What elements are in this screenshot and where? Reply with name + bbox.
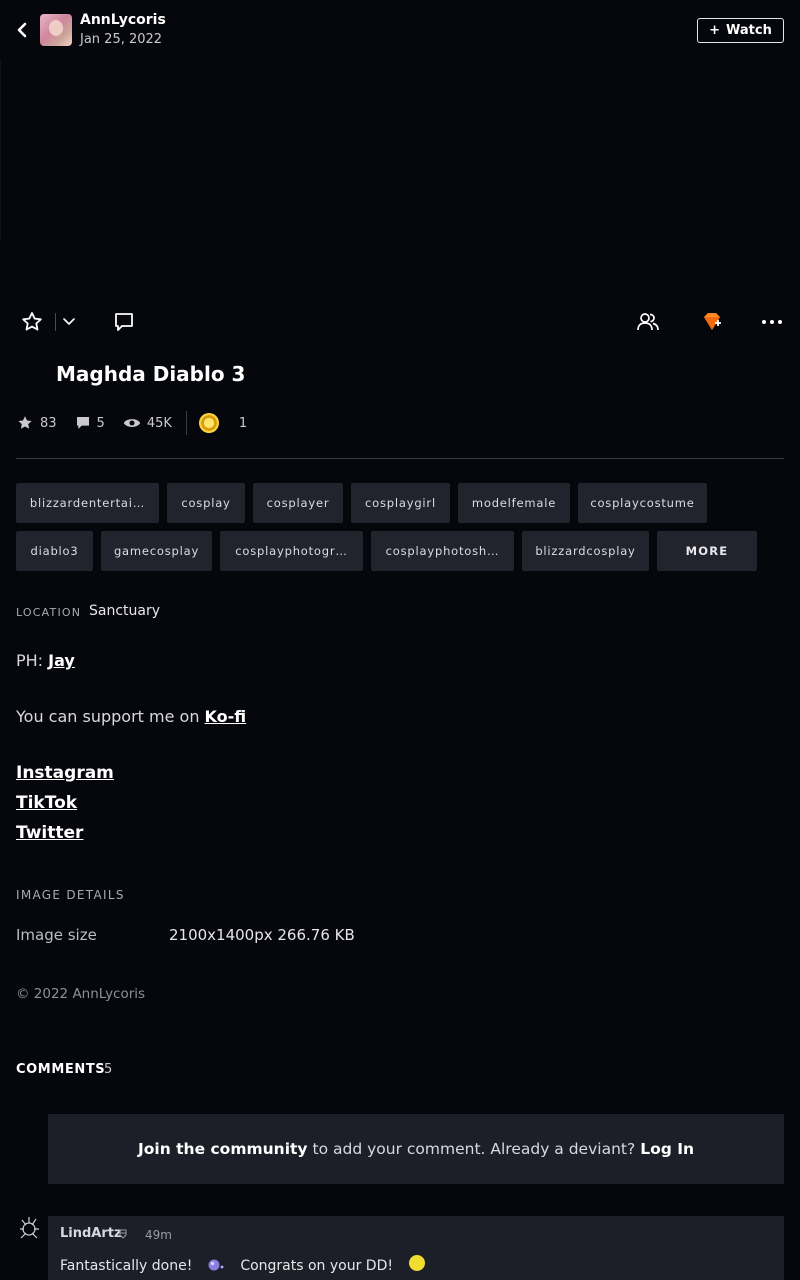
more-options-button[interactable]: [758, 308, 786, 336]
tag-label: diablo3: [30, 544, 79, 558]
kofi-link[interactable]: Ko-fi: [205, 707, 247, 726]
tag-chip[interactable]: cosplayphotosh…: [371, 531, 514, 571]
tag-label: cosplay: [181, 496, 231, 510]
favourites-count: 83: [40, 415, 57, 431]
twitter-link[interactable]: Twitter: [16, 823, 83, 843]
tag-chip[interactable]: cosplayer: [253, 483, 343, 523]
comment-timestamp: 49m: [145, 1228, 172, 1242]
awards-count: 1: [238, 415, 248, 431]
comment-username[interactable]: LindArtz: [60, 1226, 122, 1241]
join-text: to add your comment. Already a deviant?: [312, 1140, 636, 1158]
back-button[interactable]: [10, 18, 34, 42]
comment-text-b: Congrats on your DD!: [240, 1258, 393, 1274]
comments-stat[interactable]: 5: [75, 415, 105, 431]
comments-heading-count: 5: [104, 1062, 113, 1077]
favourites-stat[interactable]: 83: [16, 414, 57, 432]
description-support-line: You can support me on Ko-fi: [16, 707, 246, 726]
comment-icon: [76, 417, 89, 429]
copyright-text: © 2022 AnnLycoris: [16, 986, 146, 1002]
instagram-link[interactable]: Instagram: [16, 763, 114, 783]
watchers-button[interactable]: [634, 308, 662, 336]
star-icon: [22, 312, 42, 331]
collection-dropdown-button[interactable]: [58, 310, 80, 334]
author-avatar[interactable]: [40, 14, 72, 46]
tag-chip[interactable]: cosplaygirl: [351, 483, 450, 523]
stats-row: 83 5 45K 1: [16, 410, 265, 436]
join-community-link[interactable]: Join the community: [138, 1140, 308, 1158]
login-link[interactable]: Log In: [640, 1140, 694, 1158]
watchers-icon: [637, 313, 659, 331]
tag-chip[interactable]: modelfemale: [458, 483, 570, 523]
core-member-badge-icon: [119, 1229, 127, 1239]
comments-count-stat: 5: [96, 415, 105, 431]
image-size-value: 2100x1400px 266.76 KB: [169, 926, 355, 944]
comment-icon: [115, 313, 133, 331]
tag-label: cosplayer: [266, 496, 330, 510]
views-count: 45K: [146, 415, 172, 431]
gem-icon: [704, 313, 721, 330]
action-bar: [0, 300, 800, 344]
image-details-heading: IMAGE DETAILS: [16, 888, 125, 902]
comment-card: LindArtz 49m Fantastically done! Congrat…: [48, 1216, 784, 1280]
smiley-emoticon-icon: [408, 1255, 425, 1271]
commenter-avatar[interactable]: [18, 1216, 40, 1240]
tag-label: cosplaycostume: [590, 496, 695, 510]
image-edge: [0, 60, 1, 240]
action-divider: [55, 313, 56, 331]
author-name[interactable]: AnnLycoris: [80, 12, 166, 28]
deviation-image[interactable]: [0, 60, 800, 295]
tag-chip[interactable]: diablo3: [16, 531, 93, 571]
tag-label: cosplayphotogr…: [235, 544, 348, 558]
views-stat: 45K: [123, 416, 172, 431]
tag-label: blizzardcosplay: [535, 544, 636, 558]
watch-button[interactable]: + Watch: [697, 18, 784, 43]
tag-chip[interactable]: gamecosplay: [101, 531, 212, 571]
tag-chip[interactable]: cosplay: [167, 483, 245, 523]
tag-chip[interactable]: blizzardcosplay: [522, 531, 649, 571]
tag-label: blizzardentertai…: [29, 496, 146, 510]
commenter-avatar-icon: [20, 1217, 39, 1239]
tag-chip[interactable]: blizzardentertai…: [16, 483, 159, 523]
image-size-label: Image size: [16, 926, 97, 944]
chevron-left-icon: [17, 22, 27, 38]
tag-label: cosplayphotosh…: [385, 544, 500, 558]
tag-chip[interactable]: cosplaycostume: [578, 483, 707, 523]
tag-label: gamecosplay: [113, 544, 200, 558]
ph-link[interactable]: Jay: [48, 651, 75, 670]
tags-more-label: MORE: [685, 544, 729, 558]
eye-icon: [123, 419, 141, 427]
plus-icon: +: [709, 23, 721, 38]
post-date: Jan 25, 2022: [80, 32, 163, 47]
support-text: You can support me on: [16, 707, 200, 726]
tag-chip[interactable]: cosplayphotogr…: [220, 531, 363, 571]
comment-button[interactable]: [110, 308, 138, 336]
star-icon: [18, 416, 32, 429]
awards-stat[interactable]: 1: [198, 413, 248, 433]
deviation-title: Maghda Diablo 3: [56, 362, 246, 386]
section-divider: [16, 458, 784, 459]
favourite-button[interactable]: [18, 308, 46, 336]
comment-body: Fantastically done! Congrats on your DD!: [60, 1255, 425, 1274]
tiktok-link[interactable]: TikTok: [16, 793, 77, 813]
description-ph-line: PH: Jay: [16, 651, 75, 670]
watch-label: Watch: [726, 23, 772, 38]
ph-prefix: PH:: [16, 651, 44, 670]
chevron-down-icon: [63, 318, 75, 326]
top-bar: AnnLycoris Jan 25, 2022 + Watch: [0, 0, 800, 60]
more-icon: [762, 320, 782, 324]
planet-emoticon-icon: [206, 1258, 226, 1274]
give-gem-button[interactable]: [698, 308, 726, 336]
join-community-box: Join the community to add your comment. …: [48, 1114, 784, 1184]
stats-divider: [185, 411, 187, 435]
comment-text-a: Fantastically done!: [60, 1258, 193, 1274]
tag-label: cosplaygirl: [365, 496, 436, 510]
tag-label: modelfemale: [471, 496, 557, 510]
comments-heading: COMMENTS: [16, 1062, 106, 1077]
tags-more-button[interactable]: MORE: [657, 531, 757, 571]
coin-icon: [198, 413, 219, 433]
location-label: LOCATION: [16, 606, 82, 619]
location-value: Sanctuary: [89, 603, 161, 619]
